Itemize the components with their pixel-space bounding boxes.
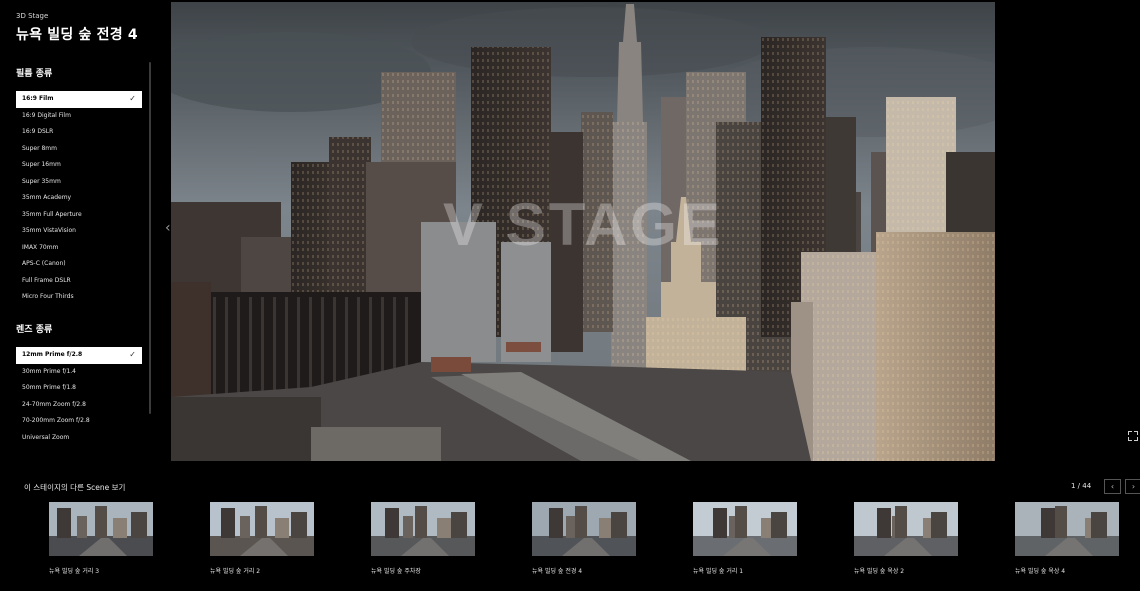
film-option[interactable]: Super 8mm — [16, 141, 142, 158]
film-option-label: Super 35mm — [22, 177, 61, 185]
scene-thumbnail[interactable] — [49, 502, 153, 556]
prev-page-button[interactable]: ‹ — [1104, 479, 1121, 494]
film-option-label: Micro Four Thirds — [22, 293, 74, 300]
scene-thumbnail[interactable] — [1015, 502, 1119, 556]
film-option-label: 16:9 Digital Film — [22, 111, 71, 119]
scene-thumbnail[interactable] — [693, 502, 797, 556]
scene-thumbnail-label[interactable]: 뉴욕 빌딩 숲 전경 4 — [532, 566, 582, 575]
film-option[interactable]: Super 35mm — [16, 174, 142, 191]
settings-sidebar: 3D Stage 뉴욕 빌딩 숲 전경 4 필름 종류 16:9 Film ✓ 16… — [0, 0, 160, 462]
scene-thumbnail[interactable] — [371, 502, 475, 556]
lens-option[interactable]: 24-70mm Zoom f/2.8 — [16, 397, 142, 414]
lens-option-label: 50mm Prime f/1.8 — [22, 384, 76, 391]
film-option-label: Super 16mm — [22, 161, 61, 168]
lens-option[interactable]: Universal Zoom — [16, 430, 142, 447]
lens-option[interactable]: 12mm Prime f/2.8 ✓ — [16, 347, 142, 364]
viewer-prev-arrow-icon[interactable]: ‹ — [165, 220, 171, 236]
film-option[interactable]: Full Frame DSLR — [16, 273, 142, 290]
scene-preview: V STAGE — [171, 2, 995, 461]
lens-option[interactable]: 30mm Prime f/1.4 — [16, 364, 142, 381]
sidebar-scrollbar[interactable] — [149, 62, 151, 414]
lens-option-label: 30mm Prime f/1.4 — [22, 367, 76, 375]
film-option-label: Super 8mm — [22, 144, 57, 152]
film-option-label: 16:9 DSLR — [22, 128, 54, 135]
film-option[interactable]: Super 16mm — [16, 157, 142, 174]
scene-thumbnail[interactable] — [532, 502, 636, 556]
film-option-label: IMAX 70mm — [22, 243, 59, 251]
film-option[interactable]: 16:9 Film ✓ — [16, 91, 142, 108]
film-option[interactable]: IMAX 70mm — [16, 240, 142, 257]
scene-thumbnail-label[interactable]: 뉴욕 빌딩 숲 거리 2 — [210, 566, 260, 575]
checkmark-icon: ✓ — [129, 94, 136, 103]
film-option-label: Full Frame DSLR — [22, 276, 71, 284]
film-option-label: 35mm VistaVision — [22, 227, 76, 234]
lens-option[interactable]: 70-200mm Zoom f/2.8 — [16, 413, 142, 430]
scene-thumbnail-label[interactable]: 뉴욕 빌딩 숲 옥상 4 — [1015, 566, 1065, 575]
film-option[interactable]: APS-C (Canon) — [16, 256, 142, 273]
fullscreen-icon[interactable] — [1128, 431, 1138, 441]
checkmark-icon: ✓ — [129, 350, 136, 359]
scene-thumbnail-label[interactable]: 뉴욕 빌딩 숲 거리 3 — [49, 566, 99, 575]
film-option-label: 16:9 Film — [22, 95, 54, 102]
other-scenes-title: 이 스테이지의 다른 Scene 보기 — [24, 483, 126, 492]
scene-thumbnail-label[interactable]: 뉴욕 빌딩 숲 옥상 2 — [854, 566, 904, 575]
scene-thumbnail-label[interactable]: 뉴욕 빌딩 숲 거리 1 — [693, 566, 743, 575]
lens-option-list: 12mm Prime f/2.8 ✓ 30mm Prime f/1.4 50mm Pr… — [16, 347, 142, 446]
page-indicator: 1 / 44 — [1071, 482, 1092, 490]
film-option[interactable]: Micro Four Thirds — [16, 289, 142, 306]
watermark-text: V STAGE — [443, 191, 723, 258]
lens-option-label: 70-200mm Zoom f/2.8 — [22, 417, 90, 424]
page-title: 뉴욕 빌딩 숲 전경 4 — [16, 27, 138, 43]
film-option-label: APS-C (Canon) — [22, 260, 66, 267]
film-option[interactable]: 16:9 Digital Film — [16, 108, 142, 125]
stage-label: 3D Stage — [16, 12, 49, 20]
scene-thumbnail-label[interactable]: 뉴욕 빌딩 숲 주차장 — [371, 566, 421, 575]
lens-option-label: 24-70mm Zoom f/2.8 — [22, 400, 86, 408]
lens-section-title: 렌즈 종류 — [16, 325, 53, 335]
lens-option[interactable]: 50mm Prime f/1.8 — [16, 380, 142, 397]
film-option[interactable]: 16:9 DSLR — [16, 124, 142, 141]
scene-thumbnail[interactable] — [210, 502, 314, 556]
lens-option-label: 12mm Prime f/2.8 — [22, 351, 83, 358]
next-page-button[interactable]: › — [1125, 479, 1140, 494]
lens-option-label: Universal Zoom — [22, 433, 70, 441]
film-section-title: 필름 종류 — [16, 69, 53, 79]
film-option-label: 35mm Academy — [22, 194, 72, 201]
film-option[interactable]: 35mm Academy — [16, 190, 142, 207]
film-option[interactable]: 35mm VistaVision — [16, 223, 142, 240]
scene-thumbnail[interactable] — [854, 502, 958, 556]
film-option-label: 35mm Full Aperture — [22, 210, 82, 218]
film-option[interactable]: 35mm Full Aperture — [16, 207, 142, 224]
film-option-list: 16:9 Film ✓ 16:9 Digital Film 16:9 DSLR Supe… — [16, 91, 142, 306]
